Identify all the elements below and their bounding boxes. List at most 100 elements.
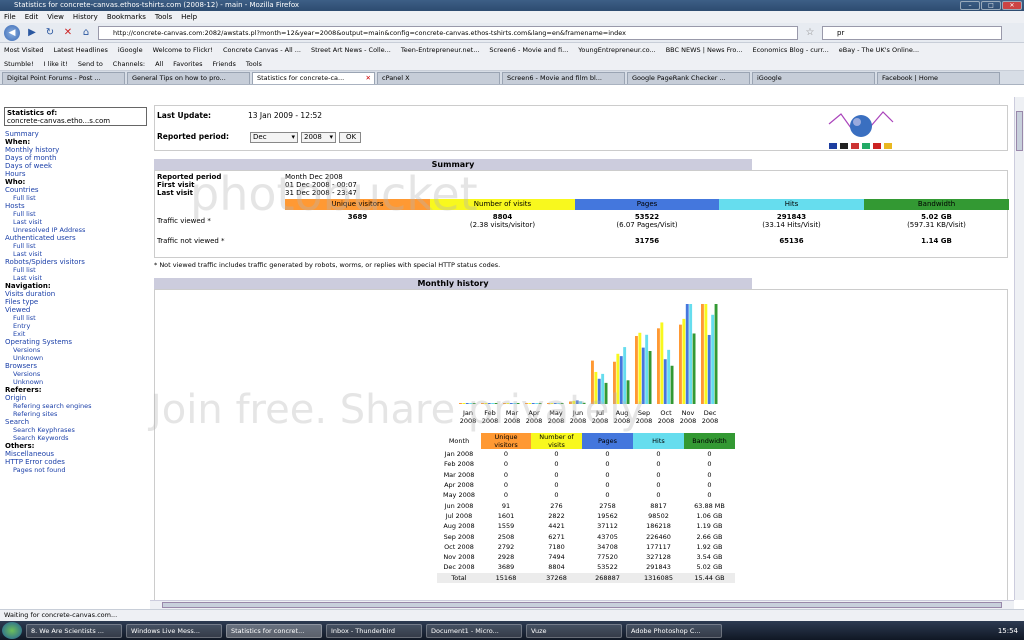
taskbar-item[interactable]: Document1 - Micro...	[426, 623, 522, 638]
sidebar-link[interactable]: Summary	[5, 130, 150, 138]
close-tab-icon[interactable]: ✕	[366, 73, 371, 84]
bookmark-item[interactable]: Street Art News - Colle...	[311, 46, 391, 54]
close-button[interactable]: ✕	[1002, 1, 1022, 10]
ok-button[interactable]: OK	[339, 132, 361, 143]
reload-icon[interactable]: ↻	[44, 27, 56, 39]
sidebar-sublink[interactable]: Versions	[5, 370, 150, 378]
menu-tools[interactable]: Tools	[155, 11, 172, 23]
menu-help[interactable]: Help	[181, 11, 197, 23]
scroll-thumb[interactable]	[162, 602, 1002, 608]
sidebar-sublink[interactable]: Pages not found	[5, 466, 150, 474]
minimize-button[interactable]: –	[960, 1, 980, 10]
taskbar-item[interactable]: 8. We Are Scientists ...	[26, 623, 122, 638]
sidebar-sublink[interactable]: Last visit	[5, 274, 150, 282]
menu-bookmarks[interactable]: Bookmarks	[107, 11, 146, 23]
like-button[interactable]: I like it!	[44, 60, 68, 68]
favorites-button[interactable]: Favorites	[173, 60, 202, 68]
sidebar-sublink[interactable]: Unknown	[5, 378, 150, 386]
tab-cpanel[interactable]: cPanel X	[377, 72, 500, 84]
tab-igoogle[interactable]: iGoogle	[752, 72, 875, 84]
sidebar-link[interactable]: Hours	[5, 170, 150, 178]
tab-pagerank[interactable]: Google PageRank Checker ...	[627, 72, 750, 84]
tab-screen6[interactable]: Screen6 - Movie and film bl...	[502, 72, 625, 84]
bookmark-item[interactable]: Latest Headlines	[54, 46, 108, 54]
sidebar-link[interactable]: Hosts	[5, 202, 150, 210]
menu-view[interactable]: View	[47, 11, 64, 23]
sidebar-sublink[interactable]: Unresolved IP Address	[5, 226, 150, 234]
taskbar-item[interactable]: Vuze	[526, 623, 622, 638]
sidebar-sublink[interactable]: Full list	[5, 210, 150, 218]
sidebar-link[interactable]: Countries	[5, 186, 150, 194]
sidebar-link[interactable]: Origin	[5, 394, 150, 402]
bookmark-item[interactable]: BBC NEWS | News Fro...	[666, 46, 743, 54]
sidebar-sublink[interactable]: Search Keyphrases	[5, 426, 150, 434]
tab-digital-point[interactable]: Digital Point Forums - Post ...	[2, 72, 125, 84]
month-select[interactable]: Dec ▾	[250, 132, 298, 143]
sidebar-sublink[interactable]: Last visit	[5, 218, 150, 226]
forward-icon[interactable]: ▶	[26, 27, 38, 39]
sidebar-link[interactable]: Browsers	[5, 362, 150, 370]
home-icon[interactable]: ⌂	[80, 27, 92, 39]
bookmark-item[interactable]: Economics Blog - curr...	[752, 46, 828, 54]
back-icon[interactable]: ◀	[4, 24, 20, 41]
sidebar-link[interactable]: Viewed	[5, 306, 150, 314]
tab-statistics[interactable]: Statistics for concrete-ca... ✕	[252, 72, 375, 84]
taskbar-item[interactable]: Adobe Photoshop C...	[626, 623, 722, 638]
sidebar-sublink[interactable]: Full list	[5, 194, 150, 202]
tab-general-tips[interactable]: General Tips on how to pro...	[127, 72, 250, 84]
bookmark-item[interactable]: YoungEntrepreneur.co...	[578, 46, 655, 54]
menu-history[interactable]: History	[73, 11, 98, 23]
sidebar-sublink[interactable]: Search Keywords	[5, 434, 150, 442]
bookmark-item[interactable]: Welcome to Flickr!	[153, 46, 213, 54]
tab-facebook[interactable]: Facebook | Home	[877, 72, 1000, 84]
sidebar-link[interactable]: Authenticated users	[5, 234, 150, 242]
bookmark-item[interactable]: iGoogle	[118, 46, 143, 54]
send-to-button[interactable]: Send to	[78, 60, 103, 68]
bookmark-item[interactable]: eBay - The UK's Online...	[839, 46, 919, 54]
horizontal-scrollbar[interactable]	[150, 600, 1014, 609]
sidebar-sublink[interactable]: Versions	[5, 346, 150, 354]
sidebar-sublink[interactable]: Refering sites	[5, 410, 150, 418]
url-input[interactable]: http://concrete-canvas.com:2082/awstats.…	[98, 25, 798, 40]
bookmark-item[interactable]: Teen-Entrepreneur.net...	[401, 46, 480, 54]
sidebar-sublink[interactable]: Exit	[5, 330, 150, 338]
vertical-scrollbar[interactable]	[1014, 97, 1024, 600]
sidebar-sublink[interactable]: Entry	[5, 322, 150, 330]
maximize-button[interactable]: □	[981, 1, 1001, 10]
sidebar-sublink[interactable]: Refering search engines	[5, 402, 150, 410]
sidebar-link[interactable]: Days of month	[5, 154, 150, 162]
taskbar-item[interactable]: Windows Live Mess...	[126, 623, 222, 638]
sidebar-link[interactable]: Files type	[5, 298, 150, 306]
taskbar-item[interactable]: Inbox - Thunderbird	[326, 623, 422, 638]
sidebar-link[interactable]: Search	[5, 418, 150, 426]
year-select[interactable]: 2008 ▾	[301, 132, 336, 143]
bookmark-item[interactable]: Screen6 - Movie and fi...	[489, 46, 568, 54]
stop-icon[interactable]: ✕	[62, 27, 74, 39]
sidebar-link[interactable]: HTTP Error codes	[5, 458, 150, 466]
sidebar-sublink[interactable]: Full list	[5, 314, 150, 322]
friends-button[interactable]: Friends	[213, 60, 236, 68]
all-button[interactable]: All	[155, 60, 163, 68]
menu-file[interactable]: File	[4, 11, 16, 23]
menu-edit[interactable]: Edit	[25, 11, 39, 23]
sidebar-link[interactable]: Operating Systems	[5, 338, 150, 346]
sidebar-link[interactable]: Visits duration	[5, 290, 150, 298]
stumble-button[interactable]: Stumble!	[4, 60, 34, 68]
start-button[interactable]	[2, 622, 22, 639]
sidebar-link[interactable]: Monthly history	[5, 146, 150, 154]
sidebar-sublink[interactable]: Unknown	[5, 354, 150, 362]
scroll-thumb[interactable]	[1016, 111, 1023, 151]
bookmark-star-icon[interactable]: ☆	[804, 27, 816, 39]
sidebar-link[interactable]: Days of week	[5, 162, 150, 170]
sidebar-sublink[interactable]: Last visit	[5, 250, 150, 258]
tools-button[interactable]: Tools	[246, 60, 262, 68]
search-input[interactable]: pr	[822, 25, 1002, 40]
bookmark-item[interactable]: Most Visited	[4, 46, 44, 54]
sidebar-sublink[interactable]: Full list	[5, 242, 150, 250]
sidebar-sublink[interactable]: Full list	[5, 266, 150, 274]
taskbar-item[interactable]: Statistics for concret...	[226, 623, 322, 638]
sidebar-link[interactable]: Robots/Spiders visitors	[5, 258, 150, 266]
bookmark-item[interactable]: Concrete Canvas - All ...	[223, 46, 301, 54]
row-value: 3689	[497, 563, 515, 572]
sidebar-link[interactable]: Miscellaneous	[5, 450, 150, 458]
